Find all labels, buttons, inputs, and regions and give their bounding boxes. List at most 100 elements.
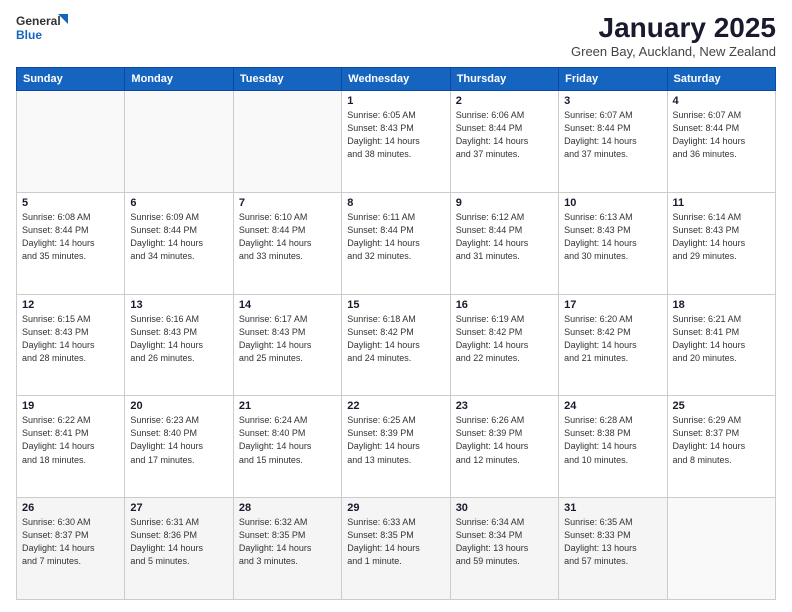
day-info: Sunrise: 6:20 AMSunset: 8:42 PMDaylight:… bbox=[564, 313, 661, 365]
day-number: 29 bbox=[347, 502, 444, 514]
day-number: 13 bbox=[130, 299, 227, 311]
table-row bbox=[125, 91, 233, 193]
day-info: Sunrise: 6:07 AMSunset: 8:44 PMDaylight:… bbox=[564, 109, 661, 161]
table-row: 9Sunrise: 6:12 AMSunset: 8:44 PMDaylight… bbox=[450, 192, 558, 294]
day-info: Sunrise: 6:28 AMSunset: 8:38 PMDaylight:… bbox=[564, 414, 661, 466]
calendar-header-row: Sunday Monday Tuesday Wednesday Thursday… bbox=[17, 68, 776, 91]
day-info: Sunrise: 6:26 AMSunset: 8:39 PMDaylight:… bbox=[456, 414, 553, 466]
day-number: 23 bbox=[456, 400, 553, 412]
day-info: Sunrise: 6:32 AMSunset: 8:35 PMDaylight:… bbox=[239, 516, 336, 568]
table-row: 18 Sunrise: 6:21 AMSunset: 8:41 PMDayligh… bbox=[667, 294, 775, 396]
calendar-week-row: 1 Sunrise: 6:05 AMSunset: 8:43 PMDaylight… bbox=[17, 91, 776, 193]
day-info: Sunrise: 6:07 AMSunset: 8:44 PMDaylight:… bbox=[673, 109, 770, 161]
table-row: 20 Sunrise: 6:23 AMSunset: 8:40 PMDayligh… bbox=[125, 396, 233, 498]
day-info: Sunrise: 6:30 AMSunset: 8:37 PMDaylight:… bbox=[22, 516, 119, 568]
day-number: 24 bbox=[564, 400, 661, 412]
logo-svg: General Blue bbox=[16, 12, 71, 44]
table-row: 15Sunrise: 6:18 AMSunset: 8:42 PMDayligh… bbox=[342, 294, 450, 396]
day-info: Sunrise: 6:34 AMSunset: 8:34 PMDaylight:… bbox=[456, 516, 553, 568]
day-number: 11 bbox=[673, 197, 770, 209]
table-row: 22 Sunrise: 6:25 AMSunset: 8:39 PMDayligh… bbox=[342, 396, 450, 498]
calendar-week-row: 19 Sunrise: 6:22 AMSunset: 8:41 PMDayligh… bbox=[17, 396, 776, 498]
day-number: 16 bbox=[456, 299, 553, 311]
day-info: Sunrise: 6:16 AMSunset: 8:43 PMDaylight:… bbox=[130, 313, 227, 365]
table-row: 28 Sunrise: 6:32 AMSunset: 8:35 PMDayligh… bbox=[233, 498, 341, 600]
subtitle: Green Bay, Auckland, New Zealand bbox=[571, 44, 776, 59]
day-number: 2 bbox=[456, 95, 553, 107]
day-info: Sunrise: 6:19 AMSunset: 8:42 PMDaylight:… bbox=[456, 313, 553, 365]
day-number: 14 bbox=[239, 299, 336, 311]
col-tuesday: Tuesday bbox=[233, 68, 341, 91]
table-row: 5 Sunrise: 6:08 AMSunset: 8:44 PMDaylight… bbox=[17, 192, 125, 294]
day-info: Sunrise: 6:31 AMSunset: 8:36 PMDaylight:… bbox=[130, 516, 227, 568]
table-row: 23 Sunrise: 6:26 AMSunset: 8:39 PMDayligh… bbox=[450, 396, 558, 498]
table-row: 13 Sunrise: 6:16 AMSunset: 8:43 PMDayligh… bbox=[125, 294, 233, 396]
day-number: 19 bbox=[22, 400, 119, 412]
day-number: 30 bbox=[456, 502, 553, 514]
svg-text:Blue: Blue bbox=[16, 28, 42, 42]
table-row bbox=[17, 91, 125, 193]
day-info: Sunrise: 6:11 AMSunset: 8:44 PMDaylight:… bbox=[347, 211, 444, 263]
day-number: 26 bbox=[22, 502, 119, 514]
table-row: 24 Sunrise: 6:28 AMSunset: 8:38 PMDayligh… bbox=[559, 396, 667, 498]
table-row: 27Sunrise: 6:31 AMSunset: 8:36 PMDayligh… bbox=[125, 498, 233, 600]
page: General Blue January 2025 Green Bay, Auc… bbox=[0, 0, 792, 612]
day-info: Sunrise: 6:08 AMSunset: 8:44 PMDaylight:… bbox=[22, 211, 119, 263]
day-info: Sunrise: 6:10 AMSunset: 8:44 PMDaylight:… bbox=[239, 211, 336, 263]
col-saturday: Saturday bbox=[667, 68, 775, 91]
table-row: 6 Sunrise: 6:09 AMSunset: 8:44 PMDaylight… bbox=[125, 192, 233, 294]
col-friday: Friday bbox=[559, 68, 667, 91]
table-row: 4 Sunrise: 6:07 AMSunset: 8:44 PMDaylight… bbox=[667, 91, 775, 193]
day-info: Sunrise: 6:06 AMSunset: 8:44 PMDaylight:… bbox=[456, 109, 553, 161]
day-info: Sunrise: 6:23 AMSunset: 8:40 PMDaylight:… bbox=[130, 414, 227, 466]
table-row: 14 Sunrise: 6:17 AMSunset: 8:43 PMDayligh… bbox=[233, 294, 341, 396]
day-info: Sunrise: 6:22 AMSunset: 8:41 PMDaylight:… bbox=[22, 414, 119, 466]
day-number: 20 bbox=[130, 400, 227, 412]
day-number: 17 bbox=[564, 299, 661, 311]
table-row: 12 Sunrise: 6:15 AMSunset: 8:43 PMDayligh… bbox=[17, 294, 125, 396]
day-info: Sunrise: 6:05 AMSunset: 8:43 PMDaylight:… bbox=[347, 109, 444, 161]
day-number: 5 bbox=[22, 197, 119, 209]
day-number: 6 bbox=[130, 197, 227, 209]
table-row: 29 Sunrise: 6:33 AMSunset: 8:35 PMDayligh… bbox=[342, 498, 450, 600]
day-number: 12 bbox=[22, 299, 119, 311]
table-row: 10Sunrise: 6:13 AMSunset: 8:43 PMDayligh… bbox=[559, 192, 667, 294]
col-monday: Monday bbox=[125, 68, 233, 91]
day-info: Sunrise: 6:15 AMSunset: 8:43 PMDaylight:… bbox=[22, 313, 119, 365]
table-row: 25Sunrise: 6:29 AMSunset: 8:37 PMDayligh… bbox=[667, 396, 775, 498]
table-row: 7Sunrise: 6:10 AMSunset: 8:44 PMDaylight… bbox=[233, 192, 341, 294]
day-number: 1 bbox=[347, 95, 444, 107]
day-info: Sunrise: 6:21 AMSunset: 8:41 PMDaylight:… bbox=[673, 313, 770, 365]
col-sunday: Sunday bbox=[17, 68, 125, 91]
day-info: Sunrise: 6:33 AMSunset: 8:35 PMDaylight:… bbox=[347, 516, 444, 568]
table-row: 17 Sunrise: 6:20 AMSunset: 8:42 PMDayligh… bbox=[559, 294, 667, 396]
day-number: 4 bbox=[673, 95, 770, 107]
table-row: 19 Sunrise: 6:22 AMSunset: 8:41 PMDayligh… bbox=[17, 396, 125, 498]
table-row: 30 Sunrise: 6:34 AMSunset: 8:34 PMDayligh… bbox=[450, 498, 558, 600]
logo: General Blue bbox=[16, 12, 71, 44]
table-row: 3 Sunrise: 6:07 AMSunset: 8:44 PMDaylight… bbox=[559, 91, 667, 193]
day-number: 18 bbox=[673, 299, 770, 311]
day-number: 10 bbox=[564, 197, 661, 209]
table-row: 1 Sunrise: 6:05 AMSunset: 8:43 PMDaylight… bbox=[342, 91, 450, 193]
header: General Blue January 2025 Green Bay, Auc… bbox=[16, 12, 776, 59]
table-row: 26 Sunrise: 6:30 AMSunset: 8:37 PMDayligh… bbox=[17, 498, 125, 600]
day-number: 22 bbox=[347, 400, 444, 412]
table-row bbox=[233, 91, 341, 193]
day-number: 3 bbox=[564, 95, 661, 107]
day-info: Sunrise: 6:17 AMSunset: 8:43 PMDaylight:… bbox=[239, 313, 336, 365]
day-info: Sunrise: 6:09 AMSunset: 8:44 PMDaylight:… bbox=[130, 211, 227, 263]
calendar-week-row: 12 Sunrise: 6:15 AMSunset: 8:43 PMDayligh… bbox=[17, 294, 776, 396]
calendar-table: Sunday Monday Tuesday Wednesday Thursday… bbox=[16, 67, 776, 600]
day-number: 25 bbox=[673, 400, 770, 412]
day-info: Sunrise: 6:24 AMSunset: 8:40 PMDaylight:… bbox=[239, 414, 336, 466]
svg-text:General: General bbox=[16, 14, 61, 28]
day-number: 28 bbox=[239, 502, 336, 514]
main-title: January 2025 bbox=[571, 12, 776, 44]
day-info: Sunrise: 6:12 AMSunset: 8:44 PMDaylight:… bbox=[456, 211, 553, 263]
day-number: 31 bbox=[564, 502, 661, 514]
day-info: Sunrise: 6:25 AMSunset: 8:39 PMDaylight:… bbox=[347, 414, 444, 466]
table-row: 16 Sunrise: 6:19 AMSunset: 8:42 PMDayligh… bbox=[450, 294, 558, 396]
table-row: 2 Sunrise: 6:06 AMSunset: 8:44 PMDaylight… bbox=[450, 91, 558, 193]
table-row: 11Sunrise: 6:14 AMSunset: 8:43 PMDayligh… bbox=[667, 192, 775, 294]
